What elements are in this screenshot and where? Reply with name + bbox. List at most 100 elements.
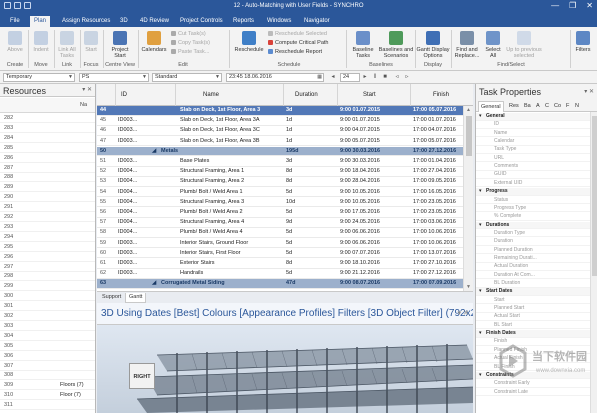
copy-tasks-button[interactable]: Copy Task(s) bbox=[171, 40, 210, 47]
property-row[interactable]: % Complete bbox=[476, 213, 590, 221]
start-column-header[interactable]: Start bbox=[363, 92, 376, 98]
property-row[interactable]: URL bbox=[476, 155, 590, 163]
resource-row[interactable]: 291 bbox=[0, 203, 95, 213]
minimize-button[interactable]: — bbox=[551, 1, 559, 10]
resource-row[interactable]: 299 bbox=[0, 282, 95, 292]
resource-row[interactable]: 311 bbox=[0, 401, 95, 411]
view-cube[interactable]: RIGHT bbox=[129, 363, 155, 389]
tab-file[interactable]: File bbox=[6, 16, 24, 27]
schedule-mode-dropdown[interactable]: Temporary ▼ bbox=[3, 73, 75, 82]
baseline-tasks-button[interactable]: Baseline Tasks bbox=[348, 31, 378, 59]
task-row[interactable]: 45 ID003... Slab on Deck, 1st Floor, Area … bbox=[97, 116, 473, 126]
resource-row[interactable]: 308 bbox=[0, 371, 95, 381]
task-row[interactable]: 58 ID004... Plumb/ Bolt / Weld Area 4 5d 9:0… bbox=[97, 228, 473, 238]
resource-row[interactable]: 288 bbox=[0, 173, 95, 183]
play-icon[interactable]: ▸ bbox=[362, 74, 368, 80]
pin-icon[interactable]: ▾ ✕ bbox=[458, 309, 469, 317]
up-to-previous-selected-button[interactable]: Up to previous selected bbox=[504, 31, 544, 59]
step-forward-icon[interactable]: ▹ bbox=[404, 74, 410, 80]
task-row[interactable]: 52 ID004... Structural Framing, Area 1 8d 9:… bbox=[97, 167, 473, 177]
task-row[interactable]: 61 ID003... Exterior Stairs 8d 9:00 18.10.20… bbox=[97, 259, 473, 269]
resource-row[interactable]: 294 bbox=[0, 233, 95, 242]
pin-icon[interactable]: ▾ ✕ bbox=[584, 88, 594, 95]
tab-costs[interactable]: C bbox=[543, 101, 551, 112]
property-section[interactable]: Progress bbox=[476, 188, 590, 196]
gantt-display-options-button[interactable]: Gantt Display Options bbox=[416, 31, 450, 59]
baselines-and-scenarios-button[interactable]: Baselines and Scenarios bbox=[378, 31, 414, 59]
reschedule-selected-button[interactable]: Reschedule Selected bbox=[268, 31, 327, 38]
maximize-button[interactable]: ❐ bbox=[569, 1, 576, 10]
indent-button[interactable]: Indent bbox=[30, 31, 52, 53]
name-column-header[interactable]: Name bbox=[203, 92, 219, 98]
resource-row[interactable]: 286 bbox=[0, 154, 95, 163]
tab-notes[interactable]: N bbox=[573, 101, 581, 112]
property-row[interactable]: Start bbox=[476, 297, 590, 305]
property-row[interactable]: BL Duration bbox=[476, 280, 590, 288]
property-row[interactable]: Actual Duration bbox=[476, 263, 590, 271]
scrollbar-thumb[interactable] bbox=[592, 116, 597, 276]
property-section[interactable]: Durations bbox=[476, 221, 590, 230]
resource-row[interactable]: 300 bbox=[0, 292, 95, 302]
resource-row[interactable]: 307 bbox=[0, 362, 95, 371]
tab-3d[interactable]: 3D bbox=[116, 16, 132, 27]
duration-column-header[interactable]: Duration bbox=[295, 92, 318, 98]
resource-row[interactable]: 282 bbox=[0, 114, 95, 123]
property-row[interactable]: Duration At Com... bbox=[476, 272, 590, 280]
filter-dropdown[interactable]: PS ▼ bbox=[79, 73, 149, 82]
resource-row[interactable]: 296 bbox=[0, 253, 95, 262]
property-row[interactable]: External UID bbox=[476, 180, 590, 188]
property-row[interactable]: Progress Type bbox=[476, 205, 590, 213]
collapse-icon[interactable]: ◢ bbox=[152, 279, 156, 288]
task-row[interactable]: 60 ID003... Interior Stairs, First Floor 5d… bbox=[97, 249, 473, 259]
summary-task-row[interactable]: 50 Metals 195d 9:00 30.03.2016 17:00 27.12.2… bbox=[97, 146, 473, 157]
tab-reports[interactable]: Reports bbox=[229, 16, 258, 27]
reschedule-button[interactable]: Reschedule bbox=[232, 31, 266, 53]
property-row[interactable]: Planned Duration bbox=[476, 247, 590, 255]
tab-navigator[interactable]: Navigator bbox=[300, 16, 334, 27]
resource-row[interactable]: 289 bbox=[0, 183, 95, 193]
tab-windows[interactable]: Windows bbox=[263, 16, 295, 27]
tab-appearance[interactable]: A bbox=[534, 101, 542, 112]
name-column-header[interactable]: Na bbox=[80, 102, 87, 108]
zoom-field[interactable]: 24 bbox=[340, 73, 360, 82]
resource-row[interactable]: 295 bbox=[0, 243, 95, 252]
resource-row[interactable]: 290 bbox=[0, 193, 95, 203]
tab-project-controls[interactable]: Project Controls bbox=[176, 16, 227, 27]
task-row[interactable]: 56 ID004... Plumb/ Bolt / Weld Area 2 5d 9:0… bbox=[97, 208, 473, 218]
resource-row[interactable]: 303 bbox=[0, 322, 95, 331]
compute-critical-path-button[interactable]: Compute Critical Path bbox=[268, 40, 329, 47]
summary-task-row[interactable]: 63 Corrugated Metal Siding 47d 9:00 08.07.2… bbox=[97, 279, 473, 289]
task-row[interactable]: 46 ID003... Slab on Deck, 1st Floor, Area … bbox=[97, 126, 473, 136]
pause-icon[interactable]: ‖ bbox=[372, 74, 378, 80]
task-row[interactable]: 51 ID003... Base Plates 3d 9:00 30.03.2016 17… bbox=[97, 157, 473, 167]
view-layout-dropdown[interactable]: Standard ▼ bbox=[152, 73, 222, 82]
paste-task-button[interactable]: Paste Task... bbox=[171, 49, 209, 56]
property-row[interactable]: Planned Start bbox=[476, 305, 590, 313]
focus-start-button[interactable]: Start bbox=[81, 31, 101, 53]
property-row[interactable]: GUID bbox=[476, 171, 590, 180]
property-row[interactable]: Duration bbox=[476, 238, 590, 246]
vertical-scrollbar[interactable]: ▲ ▼ bbox=[463, 106, 473, 291]
tab-plan[interactable]: Plan bbox=[30, 16, 51, 27]
resource-row[interactable]: 309 Floors (7) bbox=[0, 381, 95, 391]
reschedule-report-button[interactable]: Reschedule Report bbox=[268, 49, 322, 56]
resource-row[interactable]: 297 bbox=[0, 263, 95, 272]
tab-general[interactable]: General bbox=[478, 101, 504, 112]
collapse-icon[interactable]: ◢ bbox=[152, 147, 156, 156]
property-row[interactable]: Task Type bbox=[476, 146, 590, 154]
calendars-button[interactable]: Calendars bbox=[140, 31, 168, 53]
property-section[interactable]: Start Dates bbox=[476, 288, 590, 296]
property-row[interactable]: Name bbox=[476, 130, 590, 138]
property-section[interactable]: General bbox=[476, 113, 590, 121]
property-row[interactable]: Comments bbox=[476, 163, 590, 171]
scroll-up-icon[interactable]: ▲ bbox=[466, 107, 471, 113]
finish-column-header[interactable]: Finish bbox=[433, 92, 449, 98]
resource-row[interactable]: 304 bbox=[0, 332, 95, 341]
step-back-icon[interactable]: ◃ bbox=[394, 74, 400, 80]
tab-constraints[interactable]: Co bbox=[552, 101, 563, 112]
resource-row[interactable]: 285 bbox=[0, 144, 95, 153]
scrollbar-thumb[interactable] bbox=[466, 116, 472, 156]
property-row[interactable]: Duration Type bbox=[476, 230, 590, 238]
resource-row[interactable]: 283 bbox=[0, 124, 95, 133]
pin-icon[interactable]: ▾ ✕ bbox=[82, 86, 92, 93]
